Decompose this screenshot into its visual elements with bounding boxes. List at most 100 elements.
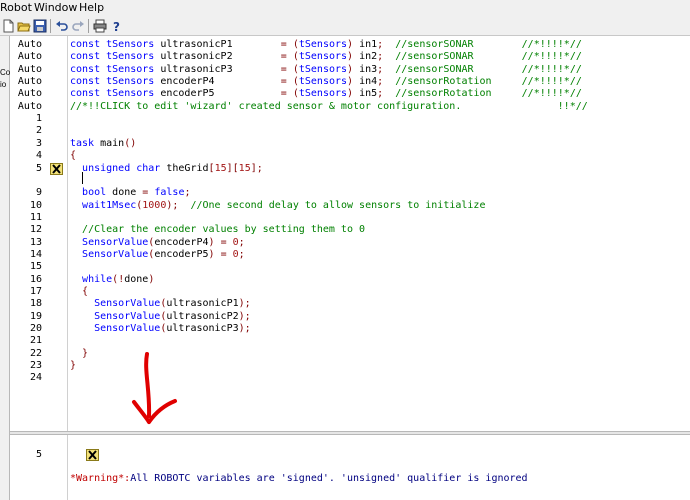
left-panel-fragment: Co — [0, 68, 11, 77]
code-line[interactable]: 4{ — [10, 150, 690, 162]
line-number: 13 — [29, 236, 42, 248]
line-text: const tSensors encoderP4 = (tSensors) in… — [70, 76, 582, 88]
menu-window[interactable]: Window — [34, 1, 77, 14]
code-editor[interactable]: Auto const tSensors ultrasonicP1 = (tSens… — [10, 36, 690, 431]
left-panel-edge: Co io — [0, 36, 10, 500]
line-text: //*!!CLICK to edit 'wizard' created sens… — [70, 100, 588, 112]
line-number: 15 — [29, 261, 42, 273]
redo-icon[interactable] — [70, 18, 86, 34]
line-number: 19 — [29, 310, 42, 322]
line-text: SensorValue(ultrasonicP1); — [94, 298, 251, 310]
code-line[interactable]: 18 SensorValue(ultrasonicP1); — [10, 298, 690, 310]
toolbar-separator — [88, 19, 89, 33]
code-line[interactable]: Auto //*!!CLICK to edit 'wizard' created … — [10, 101, 690, 113]
warning-line-number: 5 — [35, 449, 42, 460]
code-line[interactable]: 9 bool done = false; — [10, 187, 690, 199]
line-number: 11 — [29, 211, 42, 223]
code-line[interactable]: 16 while(!done) — [10, 274, 690, 286]
line-number: Auto — [17, 100, 42, 112]
line-number: 1 — [35, 113, 42, 125]
compiler-output-pane[interactable]: 5 *Warning*:All ROBOTC variables are 'si… — [10, 435, 690, 500]
code-line[interactable]: 21 — [10, 335, 690, 347]
code-line[interactable]: 17 { — [10, 286, 690, 298]
menu-bar: Robot Window Help — [0, 0, 690, 16]
line-text: SensorValue(ultrasonicP2); — [94, 310, 251, 322]
code-line[interactable]: 3 task main() — [10, 138, 690, 150]
line-text: while(!done) — [82, 273, 155, 285]
red-arrow-annotation — [132, 352, 177, 424]
line-number: 20 — [29, 323, 42, 335]
line-text: SensorValue(ultrasonicP3); — [94, 323, 251, 335]
line-text: const tSensors encoderP5 = (tSensors) in… — [70, 88, 582, 100]
left-panel-fragment: io — [0, 80, 7, 89]
code-line[interactable]: 5 unsigned char theGrid[15][15]; — [10, 162, 690, 175]
code-line[interactable]: Auto const tSensors ultrasonicP1 = (tSens… — [10, 39, 690, 51]
line-text: const tSensors ultrasonicP2 = (tSensors)… — [70, 51, 582, 63]
new-file-icon[interactable] — [0, 18, 16, 34]
code-line[interactable]: 15 — [10, 261, 690, 273]
line-number: 9 — [35, 187, 42, 199]
line-text: const tSensors ultrasonicP3 = (tSensors)… — [70, 63, 582, 75]
line-number: 17 — [29, 286, 42, 297]
save-icon[interactable] — [32, 18, 48, 34]
line-text: } — [82, 347, 89, 359]
code-line[interactable]: 20 SensorValue(ultrasonicP3); — [10, 323, 690, 335]
line-text: SensorValue(encoderP4) = 0; — [82, 236, 245, 248]
code-line[interactable]: Auto const tSensors encoderP5 = (tSensors… — [10, 88, 690, 100]
line-number: 10 — [29, 199, 42, 211]
line-number: 21 — [29, 335, 42, 347]
line-number: 12 — [29, 224, 42, 236]
undo-icon[interactable] — [54, 18, 70, 34]
code-line[interactable]: 10 wait1Msec(1000); //One second delay t… — [10, 200, 690, 212]
warning-row[interactable]: 5 *Warning*:All ROBOTC variables are 'si… — [10, 437, 690, 484]
line-number: 5 — [35, 162, 42, 174]
toolbar: ? — [0, 16, 690, 36]
code-line[interactable]: 19 SensorValue(ultrasonicP2); — [10, 311, 690, 323]
menu-robot[interactable]: Robot — [0, 1, 32, 14]
code-line[interactable]: 23} — [10, 360, 690, 372]
help-icon[interactable]: ? — [108, 18, 124, 34]
code-line[interactable]: Auto const tSensors ultrasonicP3 = (tSens… — [10, 64, 690, 76]
line-number: 3 — [35, 137, 42, 149]
toolbar-separator — [50, 19, 51, 33]
warning-x-icon — [50, 437, 100, 461]
code-line[interactable] — [10, 175, 690, 187]
code-line[interactable]: 22 } — [10, 348, 690, 360]
line-text: task main() — [70, 137, 137, 149]
code-line[interactable]: 14 SensorValue(encoderP5) = 0; — [10, 249, 690, 261]
print-icon[interactable] — [92, 18, 108, 34]
line-text: SensorValue(encoderP5) = 0; — [82, 248, 245, 260]
line-number: 23 — [29, 360, 42, 372]
line-number: Auto — [17, 88, 42, 100]
line-number: Auto — [17, 63, 42, 75]
line-number: 16 — [29, 273, 42, 285]
line-number: 14 — [29, 248, 42, 260]
open-file-icon[interactable] — [16, 18, 32, 34]
warning-x-icon[interactable] — [50, 162, 63, 175]
line-number: Auto — [17, 76, 42, 88]
line-number: 4 — [35, 150, 42, 162]
code-line[interactable]: Auto const tSensors ultrasonicP2 = (tSens… — [10, 51, 690, 63]
line-text: { — [82, 286, 89, 297]
code-line[interactable]: 12 //Clear the encoder values by setting… — [10, 224, 690, 236]
line-number: 24 — [29, 372, 42, 384]
line-number: 22 — [29, 347, 42, 359]
line-text: { — [70, 150, 77, 162]
code-line[interactable]: 13 SensorValue(encoderP4) = 0; — [10, 237, 690, 249]
line-number: 2 — [35, 125, 42, 137]
line-text: bool done = false; — [82, 187, 191, 199]
code-line[interactable]: Auto const tSensors encoderP4 = (tSensors… — [10, 76, 690, 88]
code-line[interactable]: 1 — [10, 113, 690, 125]
code-line[interactable]: 11 — [10, 212, 690, 224]
warning-tag: *Warning*: — [70, 473, 131, 484]
line-text: const tSensors ultrasonicP1 = (tSensors)… — [70, 39, 582, 50]
line-number: Auto — [17, 51, 42, 63]
line-number: Auto — [17, 39, 42, 50]
code-line[interactable]: 24 — [10, 372, 690, 384]
line-text: unsigned char theGrid[15][15]; — [82, 162, 263, 174]
line-text: //Clear the encoder values by setting th… — [82, 224, 366, 236]
warning-message: All ROBOTC variables are 'signed'. 'unsi… — [130, 473, 528, 484]
menu-help[interactable]: Help — [79, 1, 104, 14]
code-line[interactable]: 2 — [10, 125, 690, 137]
line-text: } — [70, 360, 77, 372]
